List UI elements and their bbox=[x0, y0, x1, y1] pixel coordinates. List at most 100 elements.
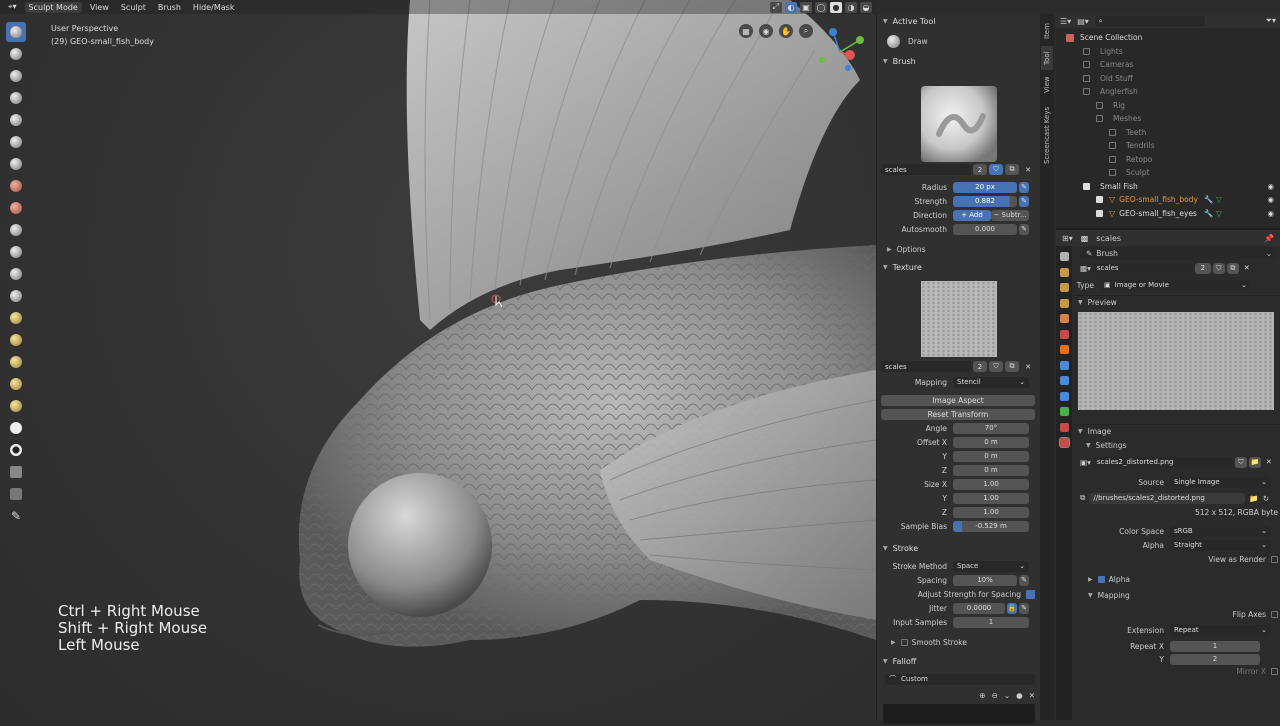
outliner-search-input[interactable]: ⌕ bbox=[1094, 15, 1205, 27]
zoom-out-curve-icon[interactable]: ⊖ bbox=[992, 691, 998, 700]
spacing-pressure-icon[interactable]: ✎ bbox=[1019, 574, 1029, 586]
blob-tool-button[interactable] bbox=[6, 176, 26, 196]
smooth-stroke-checkbox[interactable] bbox=[900, 638, 908, 646]
visibility-eye-icon[interactable]: ◉ bbox=[1267, 182, 1274, 191]
options-subpanel[interactable]: ▶ Options bbox=[877, 242, 1041, 256]
view-layer-tab-icon[interactable] bbox=[1059, 298, 1069, 308]
unlink-image-icon[interactable]: ✕ bbox=[1263, 457, 1275, 468]
exclude-checkbox[interactable] bbox=[1109, 142, 1116, 150]
modifier-wrench-icon[interactable]: 🔧 bbox=[1204, 209, 1213, 218]
menu-hide-mask[interactable]: Hide/Mask bbox=[189, 2, 239, 13]
flip-axes-checkbox[interactable] bbox=[1271, 610, 1278, 618]
solid-shading-icon[interactable]: ● bbox=[830, 1, 842, 13]
size-z-field[interactable]: 1.00 bbox=[953, 506, 1029, 518]
wireframe-shading-icon[interactable]: ◯ bbox=[815, 1, 827, 13]
autosmooth-pressure-icon[interactable]: ✎ bbox=[1019, 223, 1029, 235]
image-datablock-field[interactable]: scales2_distorted.png bbox=[1092, 456, 1233, 468]
size-x-field[interactable]: 1.00 bbox=[953, 478, 1029, 490]
scene-tab-icon[interactable] bbox=[1059, 314, 1069, 323]
grid-view-icon[interactable]: ▦ bbox=[739, 24, 753, 38]
alpha-subpanel-header[interactable]: ▶ Alpha bbox=[1074, 572, 1280, 586]
gizmo-toggle-icon[interactable]: ⤢ bbox=[770, 1, 782, 13]
unlink-brush-icon[interactable]: ✕ bbox=[1021, 164, 1035, 175]
duplicate-texture-icon[interactable]: ⧉ bbox=[1005, 361, 1019, 372]
snake-hook-tool-button[interactable] bbox=[6, 352, 26, 372]
brush-preview-thumbnail[interactable] bbox=[921, 86, 997, 162]
exclude-checkbox[interactable] bbox=[1109, 169, 1116, 177]
fake-user-icon[interactable]: ⛉ bbox=[1212, 262, 1225, 274]
outliner-row[interactable]: Tendrils bbox=[1056, 139, 1280, 153]
camera-view-icon[interactable]: ◉ bbox=[759, 24, 773, 38]
clay-thumb-tool-button[interactable] bbox=[6, 110, 26, 130]
strength-pressure-icon[interactable]: ✎ bbox=[1019, 195, 1029, 207]
image-browse-icon[interactable]: ▣▾ bbox=[1080, 458, 1091, 467]
angle-field[interactable]: 70° bbox=[953, 422, 1029, 434]
properties-editor-icon[interactable]: ⊞▾ bbox=[1062, 234, 1073, 243]
outliner-row[interactable]: Anglerfish bbox=[1056, 85, 1280, 99]
thumb-tool-button[interactable] bbox=[6, 374, 26, 394]
brush-users-count[interactable]: 2 bbox=[973, 164, 987, 175]
render-tab-icon[interactable] bbox=[1059, 267, 1069, 277]
extension-dropdown[interactable]: Repeat ⌄ bbox=[1170, 624, 1270, 636]
material-tab-icon[interactable] bbox=[1059, 422, 1069, 432]
pinch-tool-button[interactable] bbox=[6, 308, 26, 328]
adjust-strength-checkbox[interactable] bbox=[1026, 589, 1035, 599]
tab-screencast-keys[interactable]: Screencast Keys bbox=[1041, 100, 1053, 170]
stroke-panel-header[interactable]: ▼ Stroke bbox=[877, 541, 1041, 555]
brush-name-field[interactable]: scales bbox=[881, 164, 971, 175]
draw-tool-button[interactable] bbox=[6, 22, 26, 42]
object-tab-icon[interactable] bbox=[1059, 345, 1069, 354]
draw-sharp-tool-button[interactable] bbox=[6, 44, 26, 64]
modifier-tab-icon[interactable] bbox=[1059, 360, 1069, 370]
sample-bias-slider[interactable]: -0.529 m bbox=[953, 520, 1029, 532]
texture-users-count[interactable]: 2 bbox=[973, 361, 987, 372]
texture-preview-thumbnail[interactable] bbox=[921, 281, 997, 357]
mesh-filter-tool-button[interactable] bbox=[6, 484, 26, 504]
mapping-dropdown[interactable]: Stencil ⌄ bbox=[953, 376, 1029, 388]
input-samples-field[interactable]: 1 bbox=[953, 616, 1029, 628]
jitter-lock-icon[interactable]: 🔒 bbox=[1007, 602, 1017, 614]
outliner-row[interactable]: Meshes bbox=[1056, 112, 1280, 126]
physics-tab-icon[interactable] bbox=[1059, 391, 1069, 401]
modifier-wrench-icon[interactable]: 🔧 bbox=[1204, 195, 1213, 204]
reset-transform-button[interactable]: Reset Transform bbox=[881, 409, 1035, 420]
exclude-checkbox[interactable] bbox=[1083, 74, 1090, 82]
exclude-checkbox[interactable] bbox=[1083, 88, 1090, 96]
repeat-y-field[interactable]: 2 bbox=[1170, 653, 1260, 665]
outliner-row[interactable]: Old Stuff bbox=[1056, 72, 1280, 86]
tab-tool[interactable]: Tool bbox=[1041, 46, 1053, 70]
color-space-dropdown[interactable]: sRGB ⌄ bbox=[1170, 525, 1270, 537]
falloff-panel-header[interactable]: ▼ Falloff bbox=[877, 654, 1041, 668]
view-as-render-checkbox[interactable] bbox=[1271, 555, 1278, 563]
box-mask-tool-button[interactable] bbox=[6, 440, 26, 460]
box-hide-tool-button[interactable] bbox=[6, 462, 26, 482]
display-mode-icon[interactable]: ▤▾ bbox=[1077, 17, 1089, 26]
brush-panel-header[interactable]: ▼ Brush bbox=[877, 54, 1040, 68]
tool-tab-icon[interactable] bbox=[1059, 252, 1069, 261]
radius-field[interactable]: 20 px bbox=[953, 181, 1017, 193]
repeat-x-field[interactable]: 1 bbox=[1170, 640, 1260, 652]
mask-tool-button[interactable] bbox=[6, 418, 26, 438]
annotate-tool-button[interactable]: ✎ bbox=[6, 506, 26, 526]
curve-tools-dropdown-icon[interactable]: ⌄ bbox=[1004, 691, 1010, 700]
texture-type-dropdown[interactable]: ▣ Image or Movie ⌄ bbox=[1100, 279, 1250, 291]
output-tab-icon[interactable] bbox=[1059, 283, 1069, 292]
zoom-icon[interactable]: ⌕ bbox=[799, 24, 813, 38]
mesh-data-icon[interactable]: ▽ bbox=[1216, 195, 1222, 204]
smooth-stroke-subpanel[interactable]: ▶ Smooth Stroke bbox=[877, 635, 1041, 649]
clay-tool-button[interactable] bbox=[6, 66, 26, 86]
radius-pressure-icon[interactable]: ✎ bbox=[1019, 181, 1029, 193]
menu-sculpt[interactable]: Sculpt bbox=[117, 2, 150, 13]
pin-icon[interactable]: 📌 bbox=[1264, 234, 1274, 243]
outliner-row[interactable]: ▽ GEO-small_fish_eyes 🔧 ▽ ◉ bbox=[1056, 207, 1280, 221]
smooth-tool-button[interactable] bbox=[6, 220, 26, 240]
exclude-checkbox[interactable] bbox=[1083, 47, 1090, 55]
jitter-pressure-icon[interactable]: ✎ bbox=[1019, 602, 1029, 614]
direction-subtract-button[interactable]: − Subtr... bbox=[991, 209, 1029, 221]
menu-view[interactable]: View bbox=[86, 2, 113, 13]
filter-icon[interactable]: ⏷▾ bbox=[1266, 16, 1276, 26]
outliner-row[interactable]: Teeth bbox=[1056, 126, 1280, 140]
exclude-checkbox[interactable] bbox=[1083, 182, 1090, 190]
image-source-dropdown[interactable]: Single Image ⌄ bbox=[1170, 476, 1270, 488]
active-tool-header[interactable]: ▼ Active Tool bbox=[877, 14, 1040, 28]
